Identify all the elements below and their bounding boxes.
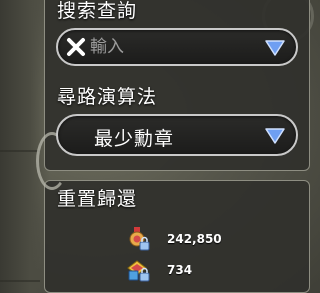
x-icon[interactable] xyxy=(64,35,88,59)
triangle-down-icon[interactable] xyxy=(264,127,286,145)
pathfinding-selected-value: 最少勳章 xyxy=(94,128,175,150)
coin-count: 734 xyxy=(167,263,193,277)
search-heading: 搜索查詢 xyxy=(57,0,138,22)
medal-count: 242,850 xyxy=(167,232,222,246)
background-left-strip xyxy=(0,0,50,293)
list-item: 734 xyxy=(126,258,192,282)
triangle-down-icon[interactable] xyxy=(264,39,286,57)
medal-lock-icon xyxy=(126,227,150,251)
pathfinding-heading: 尋路演算法 xyxy=(57,86,158,108)
background-line xyxy=(0,280,40,282)
background-line xyxy=(0,150,40,152)
search-input[interactable] xyxy=(90,34,240,60)
search-field[interactable] xyxy=(56,28,298,66)
reset-heading: 重置歸還 xyxy=(57,188,138,210)
pathfinding-dropdown[interactable]: 最少勳章 xyxy=(56,114,298,156)
coin-lock-icon xyxy=(126,258,150,282)
list-item: 242,850 xyxy=(126,227,222,251)
